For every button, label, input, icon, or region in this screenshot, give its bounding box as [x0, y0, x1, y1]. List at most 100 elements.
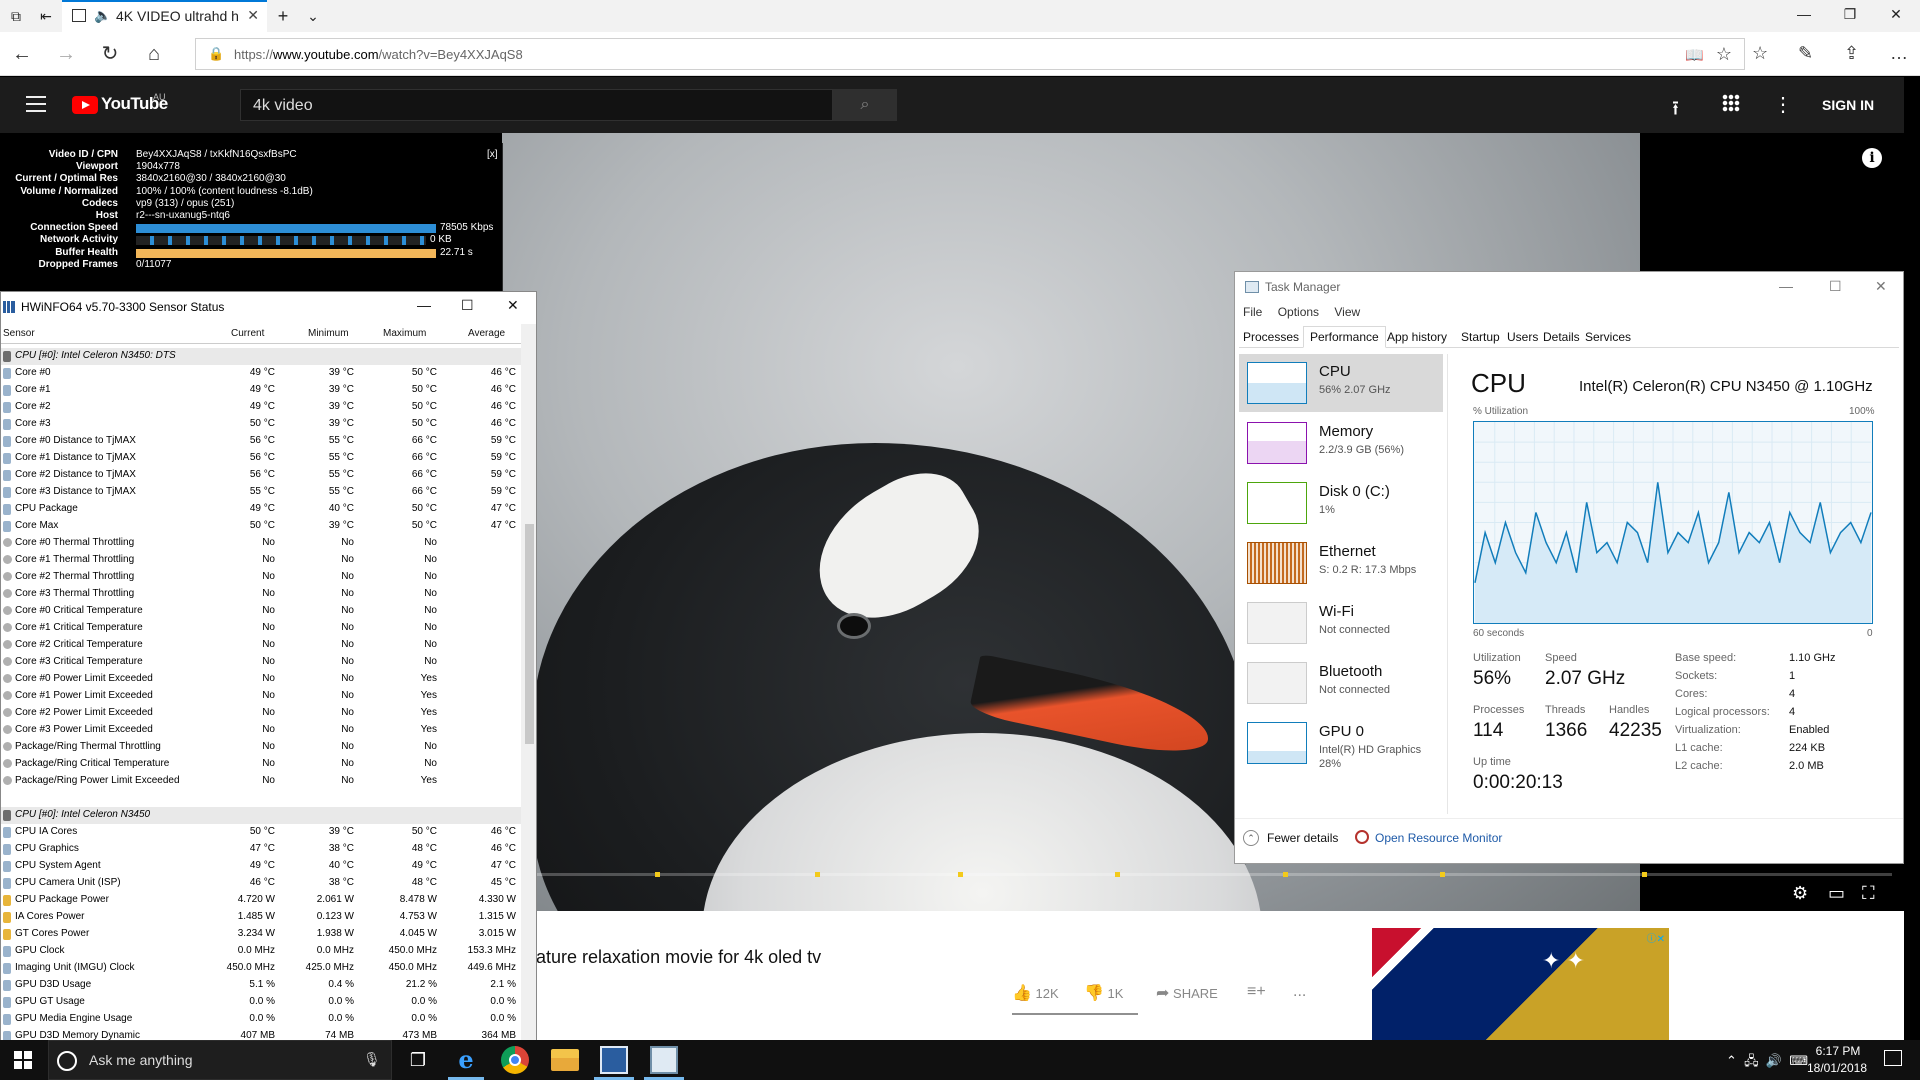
sensor-row[interactable]: Core #3 Power Limit Exceeded No No Yes — [1, 722, 521, 739]
sensor-row[interactable]: Package/Ring Power Limit Exceeded No No Yes — [1, 773, 521, 790]
menu-view[interactable]: View — [1334, 305, 1360, 319]
close-window-button[interactable]: ✕ — [507, 297, 519, 314]
fewer-details-button[interactable]: Fewer details — [1267, 831, 1338, 845]
sensor-row[interactable]: CPU System Agent 49 °C 40 °C 49 °C 47 °C — [1, 858, 521, 875]
sidebar-item-disk-0-c[interactable]: Disk 0 (C:) 1% — [1239, 474, 1443, 532]
settings-gear-icon[interactable]: ⚙ — [1792, 883, 1808, 904]
sensor-row[interactable]: Core #1 Thermal Throttling No No No — [1, 552, 521, 569]
sensor-row[interactable]: Core #1 Distance to TjMAX 56 °C 55 °C 66 °C… — [1, 450, 521, 467]
theater-mode-icon[interactable]: ▭ — [1828, 883, 1845, 904]
more-vert-icon[interactable]: ⋮ — [1773, 92, 1793, 117]
share-button[interactable]: ➦ SHARE — [1156, 983, 1218, 1003]
sensor-row[interactable]: GPU Media Engine Usage 0.0 % 0.0 % 0.0 % 0.0… — [1, 1011, 521, 1028]
dislike-button[interactable]: 👎 1K — [1084, 983, 1123, 1003]
column-average[interactable]: Average — [468, 328, 505, 339]
tab-performance[interactable]: Performance — [1303, 326, 1386, 348]
sensor-row[interactable]: Core #0 Thermal Throttling No No No — [1, 535, 521, 552]
sensor-row[interactable]: Package/Ring Thermal Throttling No No No — [1, 739, 521, 756]
sensor-row[interactable]: GPU GT Usage 0.0 % 0.0 % 0.0 % 0.0 % — [1, 994, 521, 1011]
scrollbar[interactable] — [521, 324, 536, 1040]
sensor-row[interactable]: Core #1 49 °C 39 °C 50 °C 46 °C — [1, 382, 521, 399]
sensor-row[interactable]: Core #1 Power Limit Exceeded No No Yes — [1, 688, 521, 705]
maximize-button[interactable]: ☐ — [1829, 278, 1842, 295]
more-actions-button[interactable]: ... — [1293, 983, 1306, 1001]
chevron-down-icon[interactable]: ⌄ — [305, 8, 321, 24]
reading-view-icon[interactable]: 📖 — [1685, 46, 1704, 64]
sensor-row[interactable]: Core #3 Thermal Throttling No No No — [1, 586, 521, 603]
favorite-star-icon[interactable]: ☆ — [1716, 44, 1732, 65]
sensor-row[interactable]: GPU D3D Usage 5.1 % 0.4 % 21.2 % 2.1 % — [1, 977, 521, 994]
speaker-icon[interactable]: 🔈 — [94, 7, 111, 24]
file-explorer-icon[interactable] — [551, 1049, 579, 1071]
back-button[interactable]: ← — [10, 42, 34, 66]
sidebar-item-bluetooth[interactable]: Bluetooth Not connected — [1239, 654, 1443, 712]
sensor-row[interactable]: GPU Clock 0.0 MHz 0.0 MHz 450.0 MHz 153.3 MH… — [1, 943, 521, 960]
column-current[interactable]: Current — [231, 328, 264, 339]
sensor-row[interactable]: Core #3 50 °C 39 °C 50 °C 46 °C — [1, 416, 521, 433]
sensor-row[interactable]: Core #2 Critical Temperature No No No — [1, 637, 521, 654]
system-tray[interactable]: ⌃ 🖧 🔊 ⌨ — [1726, 1052, 1808, 1074]
sensor-row[interactable]: CPU Package Power 4.720 W 2.061 W 8.478 W 4.… — [1, 892, 521, 909]
sidebar-item-wi-fi[interactable]: Wi-Fi Not connected — [1239, 594, 1443, 652]
tab-details[interactable]: Details — [1543, 330, 1580, 344]
refresh-button[interactable]: ↻ — [98, 42, 122, 66]
restore-button[interactable]: ❐ — [1840, 6, 1860, 23]
sensor-row[interactable]: CPU Graphics 47 °C 38 °C 48 °C 46 °C — [1, 841, 521, 858]
sidebar-item-gpu-0[interactable]: GPU 0 Intel(R) HD Graphics 28% — [1239, 714, 1443, 772]
tab-list-icon[interactable]: ⧉ — [8, 8, 24, 24]
tab-processes[interactable]: Processes — [1243, 330, 1299, 344]
add-to-playlist-icon[interactable]: ≡+ — [1247, 983, 1266, 1001]
sensor-row[interactable]: Core #1 Critical Temperature No No No — [1, 620, 521, 637]
sensor-row[interactable]: Core #0 Power Limit Exceeded No No Yes — [1, 671, 521, 688]
more-options-icon[interactable]: … — [1890, 43, 1908, 64]
edge-browser-icon[interactable]: e — [452, 1046, 480, 1074]
sensor-group-row[interactable]: CPU [#0]: Intel Celeron N3450: DTS — [1, 348, 521, 365]
task-manager-taskbar-icon[interactable] — [650, 1046, 678, 1074]
youtube-logo-icon[interactable] — [72, 96, 98, 114]
browser-tab[interactable]: 🔈 4K VIDEO ultrahd h ✕ — [62, 0, 267, 32]
clock-date[interactable]: 18/01/2018 — [1802, 1061, 1872, 1075]
sensor-row[interactable]: IA Cores Power 1.485 W 0.123 W 4.753 W 1.315… — [1, 909, 521, 926]
sensor-row[interactable]: Core #0 Critical Temperature No No No — [1, 603, 521, 620]
search-input[interactable]: 4k video — [240, 89, 833, 121]
address-field[interactable]: 🔒 https://www.youtube.com/watch?v=Bey4XX… — [195, 38, 1745, 70]
sensor-row[interactable]: GT Cores Power 3.234 W 1.938 W 4.045 W 3.015… — [1, 926, 521, 943]
sensor-row[interactable]: Imaging Unit (IMGU) Clock 450.0 MHz 425.0 … — [1, 960, 521, 977]
sensor-row[interactable]: CPU Package 49 °C 40 °C 50 °C 47 °C — [1, 501, 521, 518]
new-tab-icon[interactable]: + — [275, 7, 291, 25]
task-view-icon[interactable]: ❐ — [404, 1046, 432, 1074]
sensor-row[interactable]: Core #0 Distance to TjMAX 56 °C 55 °C 66 °C… — [1, 433, 521, 450]
sensor-row[interactable]: Core Max 50 °C 39 °C 50 °C 47 °C — [1, 518, 521, 535]
clock-time[interactable]: 6:17 PM — [1808, 1044, 1868, 1058]
share-icon[interactable]: ⇪ — [1844, 43, 1859, 64]
home-button[interactable]: ⌂ — [142, 42, 166, 66]
apps-grid-icon[interactable] — [1722, 94, 1740, 112]
open-resource-monitor-link[interactable]: Open Resource Monitor — [1375, 831, 1502, 845]
forward-button[interactable]: → — [54, 42, 78, 66]
favorites-hub-icon[interactable]: ☆ — [1752, 43, 1768, 64]
minimize-button[interactable]: — — [417, 297, 431, 313]
sensor-row[interactable]: CPU Camera Unit (ISP) 46 °C 38 °C 48 °C 45 °… — [1, 875, 521, 892]
close-tab-icon[interactable]: ✕ — [247, 7, 259, 24]
search-button[interactable]: ⌕ — [833, 89, 897, 121]
set-aside-tabs-icon[interactable]: ⇤ — [38, 8, 54, 24]
like-button[interactable]: 👍 12K — [1012, 983, 1059, 1003]
windows-start-icon[interactable] — [14, 1051, 32, 1069]
chrome-browser-icon[interactable] — [501, 1046, 529, 1074]
close-window-button[interactable]: ✕ — [1886, 6, 1906, 23]
fullscreen-icon[interactable]: ⛶ — [1862, 883, 1875, 904]
sidebar-item-memory[interactable]: Memory 2.2/3.9 GB (56%) — [1239, 414, 1443, 472]
cortana-search-box[interactable]: Ask me anything 🎙 — [48, 1040, 392, 1080]
close-window-button[interactable]: ✕ — [1875, 278, 1887, 295]
notes-pen-icon[interactable]: ✎ — [1798, 43, 1813, 64]
column-minimum[interactable]: Minimum — [308, 328, 349, 339]
maximize-button[interactable]: ☐ — [461, 297, 474, 314]
sensor-row[interactable]: Core #3 Critical Temperature No No No — [1, 654, 521, 671]
tab-users[interactable]: Users — [1507, 330, 1538, 344]
column-sensor[interactable]: Sensor — [3, 328, 35, 339]
sensor-row[interactable]: Core #2 Power Limit Exceeded No No Yes — [1, 705, 521, 722]
action-center-icon[interactable] — [1884, 1050, 1902, 1066]
sidebar-item-ethernet[interactable]: Ethernet S: 0.2 R: 17.3 Mbps — [1239, 534, 1443, 592]
sensor-row[interactable]: Core #0 49 °C 39 °C 50 °C 46 °C — [1, 365, 521, 382]
sidebar-item-cpu[interactable]: CPU 56% 2.07 GHz — [1239, 354, 1443, 412]
